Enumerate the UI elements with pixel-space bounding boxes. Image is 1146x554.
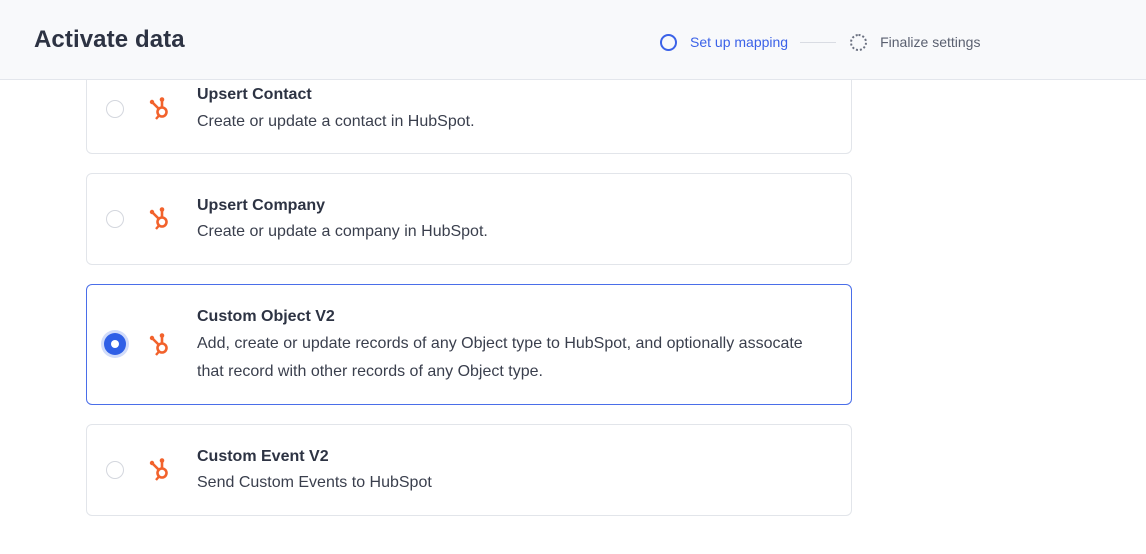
hubspot-logo-icon [149,207,168,230]
step-label-finalize-settings[interactable]: Finalize settings [880,34,980,50]
radio-button-selected[interactable] [104,333,126,355]
action-description: Create or update a contact in HubSpot. [197,113,475,130]
action-description: Add, create or update records of any Obj… [197,335,803,380]
action-title: Custom Object V2 [197,308,335,325]
action-card-custom-object-v2[interactable]: Custom Object V2 Add, create or update r… [86,284,852,405]
action-card-custom-event-v2[interactable]: Custom Event V2 Send Custom Events to Hu… [86,424,852,516]
action-title: Upsert Contact [197,86,312,103]
action-card-upsert-company[interactable]: Upsert Company Create or update a compan… [86,173,852,265]
action-description: Send Custom Events to HubSpot [197,474,432,491]
action-title: Upsert Company [197,197,326,214]
step-active-circle-icon [660,33,677,51]
action-description: Create or update a company in HubSpot. [197,223,488,240]
radio-button[interactable] [106,461,124,479]
action-title: Custom Event V2 [197,448,329,465]
radio-button[interactable] [106,100,124,118]
hubspot-logo-icon [149,458,168,481]
page-title: Activate data [34,26,185,53]
page-header: Activate data Set up mapping Finalize se… [0,0,1146,80]
hubspot-logo-icon [149,97,168,120]
hubspot-logo-icon [149,333,168,356]
stepper: Set up mapping Finalize settings [660,30,980,54]
step-label-set-up-mapping[interactable]: Set up mapping [690,34,788,50]
step-pending-circle-icon [850,33,868,51]
radio-button[interactable] [106,210,124,228]
step-connector [800,41,837,43]
